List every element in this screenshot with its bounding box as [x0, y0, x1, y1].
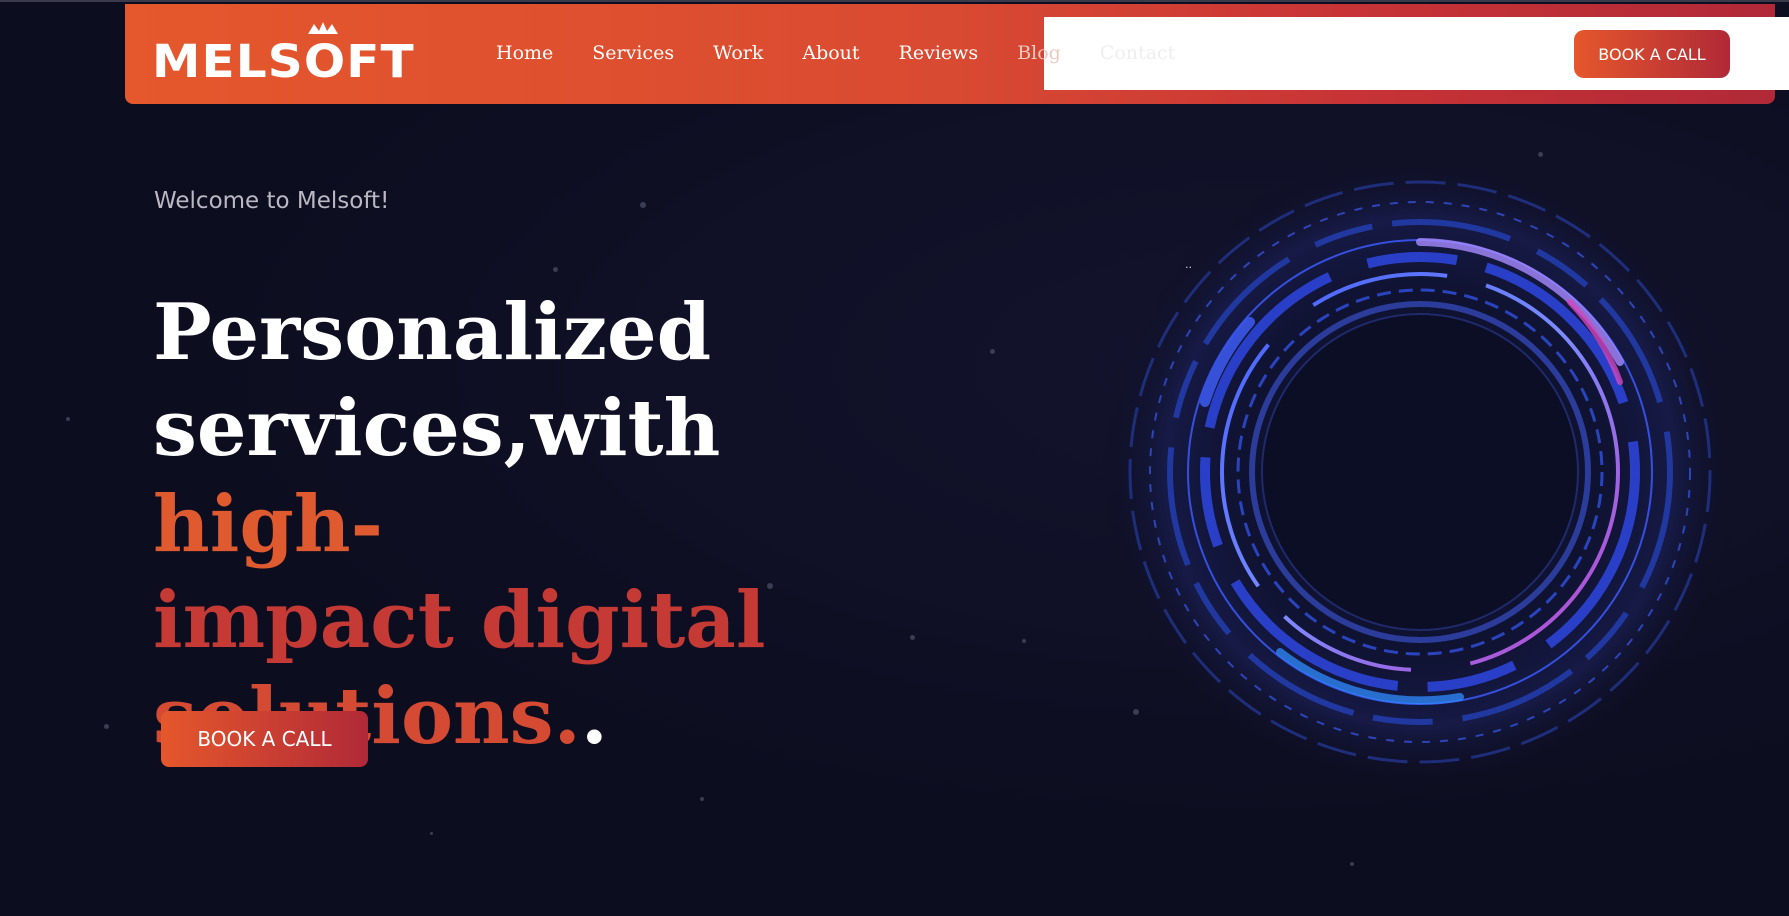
headline-highlight-1: high-: [153, 479, 383, 570]
background-star: [553, 267, 558, 272]
nav-link-contact[interactable]: Contact: [1100, 42, 1175, 64]
brand-logo-text: MELSOFT: [152, 35, 415, 88]
lion-crown-icon: [308, 22, 338, 34]
background-star: [640, 202, 646, 208]
background-star: [1350, 862, 1354, 866]
page: MELSOFT Home Services Work About Reviews…: [0, 0, 1789, 916]
nav-link-work[interactable]: Work: [713, 42, 763, 64]
book-call-header-button[interactable]: BOOK A CALL: [1574, 30, 1730, 78]
tech-ring-illustration: [1100, 152, 1740, 792]
background-star: [1022, 639, 1026, 643]
book-call-hero-button[interactable]: BOOK A CALL: [161, 711, 368, 767]
background-star: [990, 349, 995, 354]
headline-line-2: services,with: [153, 383, 721, 474]
nav-link-about[interactable]: About: [802, 42, 859, 64]
hero-image-placeholder: ..: [1185, 258, 1192, 271]
headline-end-dot: .: [580, 671, 608, 762]
background-star: [700, 797, 704, 801]
background-star: [66, 417, 70, 421]
background-star: [430, 832, 433, 835]
nav-link-blog[interactable]: Blog: [1017, 42, 1061, 64]
main-nav: Home Services Work About Reviews Blog Co…: [496, 42, 1214, 64]
nav-link-services[interactable]: Services: [592, 42, 674, 64]
nav-link-reviews[interactable]: Reviews: [899, 42, 979, 64]
headline-highlight-2: impact digital: [153, 575, 766, 666]
background-star: [104, 724, 109, 729]
hero-headline: Personalized services,with high- impact …: [153, 285, 953, 765]
headline-line-1: Personalized: [153, 287, 712, 378]
nav-link-home[interactable]: Home: [496, 42, 553, 64]
welcome-text: Welcome to Melsoft!: [154, 188, 390, 214]
brand-logo[interactable]: MELSOFT: [152, 22, 414, 84]
